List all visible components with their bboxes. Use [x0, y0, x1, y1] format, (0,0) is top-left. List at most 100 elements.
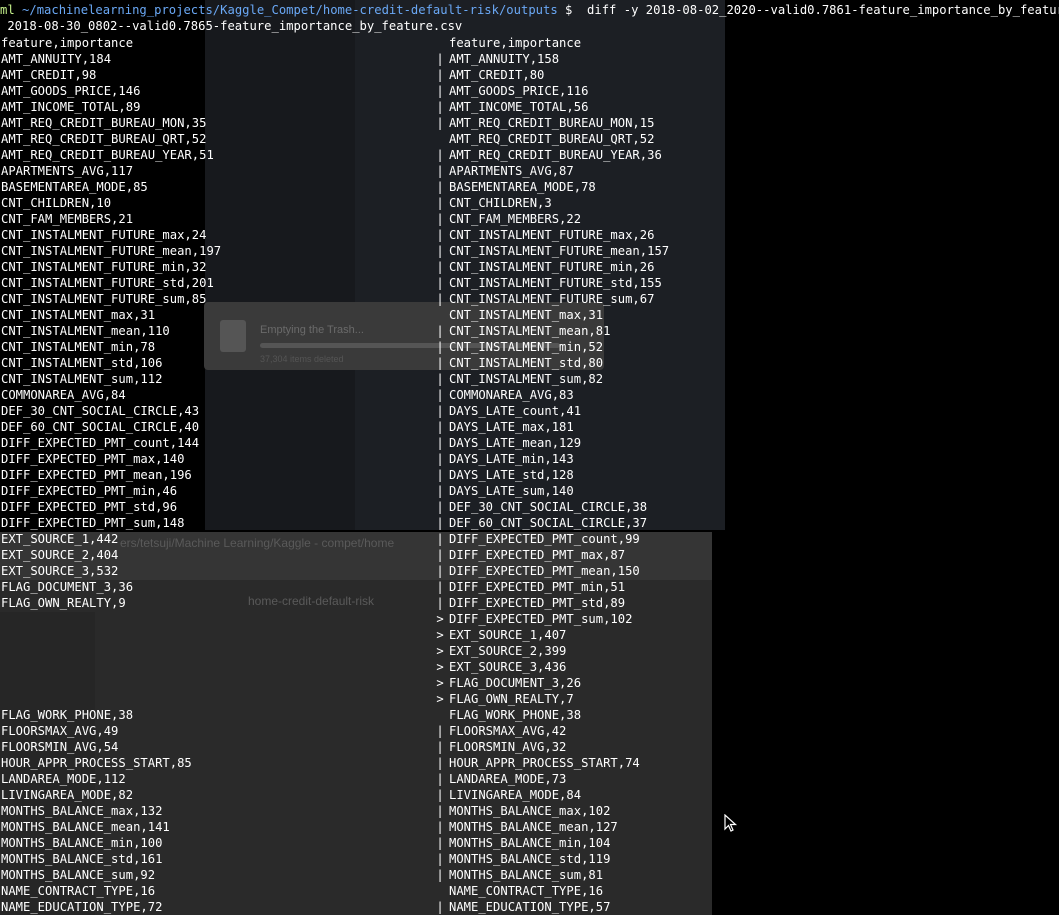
diff-right-cell: DAYS_LATE_std,128	[449, 468, 574, 482]
diff-marker: |	[436, 900, 444, 914]
diff-left-cell: CNT_INSTALMENT_FUTURE_std,201	[1, 276, 214, 290]
diff-right-cell: FLOORSMIN_AVG,32	[449, 740, 567, 754]
diff-marker: |	[436, 532, 444, 546]
diff-left-cell	[1, 627, 221, 643]
prompt-symbol: $	[565, 3, 573, 17]
diff-right-cell: DAYS_LATE_sum,140	[449, 484, 574, 498]
diff-left-cell	[1, 691, 221, 707]
diff-right-cell: FLOORSMAX_AVG,42	[449, 724, 567, 738]
diff-right-cell: BASEMENTAREA_MODE,78	[449, 180, 596, 194]
diff-marker: |	[436, 116, 444, 130]
diff-left-cell: CNT_INSTALMENT_max,31	[1, 308, 156, 322]
diff-left-cell: CNT_FAM_MEMBERS,21	[1, 212, 134, 226]
diff-marker: |	[436, 772, 444, 786]
diff-right-cell: DAYS_LATE_count,41	[449, 404, 582, 418]
diff-marker: |	[436, 100, 444, 114]
diff-left-cell: CNT_INSTALMENT_FUTURE_mean,197	[1, 244, 222, 258]
diff-right-cell: FLAG_WORK_PHONE,38	[449, 708, 582, 722]
diff-right-cell: DAYS_LATE_mean,129	[449, 436, 582, 450]
diff-marker: |	[436, 868, 444, 882]
diff-right-cell: AMT_REQ_CREDIT_BUREAU_QRT,52	[449, 132, 655, 146]
diff-right-column: feature,importance AMT_ANNUITY,158 AMT_CRE…	[449, 35, 669, 915]
diff-marker: >	[436, 612, 444, 626]
diff-left-cell: FLOORSMIN_AVG,54	[1, 740, 119, 754]
diff-right-cell: MONTHS_BALANCE_std,119	[449, 852, 611, 866]
diff-marker	[435, 35, 445, 51]
diff-right-cell: AMT_GOODS_PRICE,116	[449, 84, 589, 98]
diff-right-cell: CNT_INSTALMENT_mean,81	[449, 324, 611, 338]
diff-left-cell: DIFF_EXPECTED_PMT_min,46	[1, 484, 178, 498]
diff-right-cell: CNT_INSTALMENT_FUTURE_sum,67	[449, 292, 655, 306]
diff-right-cell: HOUR_APPR_PROCESS_START,74	[449, 756, 640, 770]
diff-marker: |	[436, 356, 444, 370]
diff-marker: |	[436, 596, 444, 610]
diff-right-cell: MONTHS_BALANCE_mean,127	[449, 820, 618, 834]
diff-marker	[435, 307, 445, 323]
diff-left-cell: NAME_EDUCATION_TYPE,72	[1, 900, 163, 914]
diff-right-cell: feature,importance	[449, 36, 582, 50]
diff-right-cell: CNT_INSTALMENT_std,80	[449, 356, 604, 370]
prompt-env: ml	[0, 3, 15, 17]
diff-marker: |	[436, 852, 444, 866]
diff-marker: |	[436, 836, 444, 850]
diff-marker: |	[436, 564, 444, 578]
diff-right-cell: DIFF_EXPECTED_PMT_max,87	[449, 548, 626, 562]
diff-marker: |	[436, 372, 444, 386]
diff-marker: |	[436, 228, 444, 242]
diff-left-cell: LANDAREA_MODE,112	[1, 772, 126, 786]
diff-marker: |	[436, 260, 444, 274]
diff-marker: |	[436, 68, 444, 82]
diff-right-cell: DAYS_LATE_max,181	[449, 420, 574, 434]
terminal[interactable]: ml ~/machinelearning_projects/Kaggle_Com…	[0, 0, 1059, 915]
diff-marker: |	[436, 420, 444, 434]
diff-left-cell: MONTHS_BALANCE_std,161	[1, 852, 163, 866]
command-continuation: 2018-08-30_0802--valid0.7865-feature_imp…	[0, 19, 463, 33]
diff-left-cell	[1, 675, 221, 691]
diff-marker: |	[436, 340, 444, 354]
diff-right-cell: AMT_REQ_CREDIT_BUREAU_YEAR,36	[449, 148, 662, 162]
diff-marker: |	[436, 244, 444, 258]
diff-left-cell	[1, 611, 221, 627]
diff-left-cell: APARTMENTS_AVG,117	[1, 164, 134, 178]
diff-marker: |	[436, 516, 444, 530]
diff-right-cell: MONTHS_BALANCE_sum,81	[449, 868, 604, 882]
diff-marker: >	[436, 644, 444, 658]
diff-marker: |	[436, 468, 444, 482]
diff-right-cell: DIFF_EXPECTED_PMT_std,89	[449, 596, 626, 610]
diff-left-cell: MONTHS_BALANCE_sum,92	[1, 868, 156, 882]
diff-left-cell: DIFF_EXPECTED_PMT_count,144	[1, 436, 200, 450]
diff-marker: |	[436, 484, 444, 498]
diff-left-cell: EXT_SOURCE_1,442	[1, 532, 119, 546]
diff-right-cell: CNT_INSTALMENT_FUTURE_min,26	[449, 260, 655, 274]
diff-right-cell: EXT_SOURCE_1,407	[449, 628, 567, 642]
diff-right-cell: AMT_REQ_CREDIT_BUREAU_MON,15	[449, 116, 655, 130]
diff-marker: |	[436, 84, 444, 98]
diff-marker: |	[436, 452, 444, 466]
diff-marker: |	[436, 548, 444, 562]
diff-right-cell: DAYS_LATE_min,143	[449, 452, 574, 466]
diff-left-cell: FLAG_WORK_PHONE,38	[1, 708, 134, 722]
diff-marker: |	[436, 212, 444, 226]
diff-right-cell: AMT_INCOME_TOTAL,56	[449, 100, 589, 114]
diff-left-cell: CNT_INSTALMENT_std,106	[1, 356, 163, 370]
diff-marker: |	[436, 436, 444, 450]
diff-right-cell: DIFF_EXPECTED_PMT_min,51	[449, 580, 626, 594]
diff-left-cell: CNT_INSTALMENT_FUTURE_min,32	[1, 260, 207, 274]
diff-left-cell: MONTHS_BALANCE_mean,141	[1, 820, 170, 834]
diff-marker: |	[436, 820, 444, 834]
diff-left-cell: CNT_CHILDREN,10	[1, 196, 112, 210]
diff-right-cell: COMMONAREA_AVG,83	[449, 388, 574, 402]
diff-marker: |	[436, 324, 444, 338]
diff-marker: |	[436, 52, 444, 66]
diff-left-cell: AMT_ANNUITY,184	[1, 52, 112, 66]
diff-marker: |	[436, 292, 444, 306]
diff-left-cell: LIVINGAREA_MODE,82	[1, 788, 134, 802]
diff-marker: >	[436, 692, 444, 706]
diff-marker: |	[436, 788, 444, 802]
diff-right-cell: NAME_EDUCATION_TYPE,57	[449, 900, 611, 914]
diff-left-cell: AMT_REQ_CREDIT_BUREAU_QRT,52	[1, 132, 207, 146]
diff-left-cell: MONTHS_BALANCE_max,132	[1, 804, 163, 818]
diff-marker: |	[436, 164, 444, 178]
diff-left-cell: AMT_CREDIT,98	[1, 68, 97, 82]
diff-left-cell: EXT_SOURCE_2,404	[1, 548, 119, 562]
